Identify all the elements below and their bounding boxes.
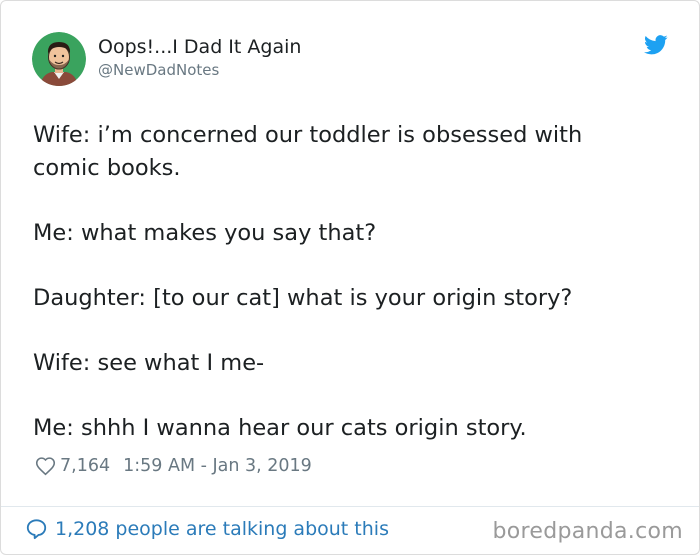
tweet-paragraph: Me: what makes you say that?	[33, 220, 377, 246]
conversation-link[interactable]: 1,208 people are talking about this	[25, 518, 389, 540]
tweet-meta: 7,164 1:59 AM - Jan 3, 2019	[35, 456, 312, 476]
divider	[1, 506, 699, 507]
conversation-count[interactable]: 1,208 people are talking about this	[55, 518, 389, 540]
tweet-paragraph: Wife: see what I me-	[33, 350, 265, 376]
twitter-bird-icon[interactable]	[644, 35, 668, 55]
tweet-card: Oops!...I Dad It Again @NewDadNotes Wife…	[0, 0, 700, 555]
tweet-paragraph: Wife: i’m concerned our toddler is obses…	[33, 122, 583, 181]
tweet-header: Oops!...I Dad It Again @NewDadNotes	[32, 32, 301, 86]
tweet-text: Wife: i’m concerned our toddler is obses…	[33, 119, 653, 445]
heart-icon[interactable]	[35, 456, 56, 476]
tweet-paragraph: Daughter: [to our cat] what is your orig…	[33, 285, 573, 311]
tweet-paragraph: Me: shhh I wanna hear our cats origin st…	[33, 415, 527, 441]
author-handle[interactable]: @NewDadNotes	[98, 60, 301, 80]
author-display-name[interactable]: Oops!...I Dad It Again	[98, 34, 301, 60]
avatar[interactable]	[32, 32, 86, 86]
cartoon-man-avatar-icon	[32, 32, 86, 86]
tweet-timestamp[interactable]: 1:59 AM - Jan 3, 2019	[123, 456, 312, 476]
source-watermark: boredpanda.com	[492, 519, 683, 544]
author-info: Oops!...I Dad It Again @NewDadNotes	[98, 34, 301, 80]
like-count[interactable]: 7,164	[60, 456, 110, 476]
speech-bubble-icon	[25, 518, 48, 540]
